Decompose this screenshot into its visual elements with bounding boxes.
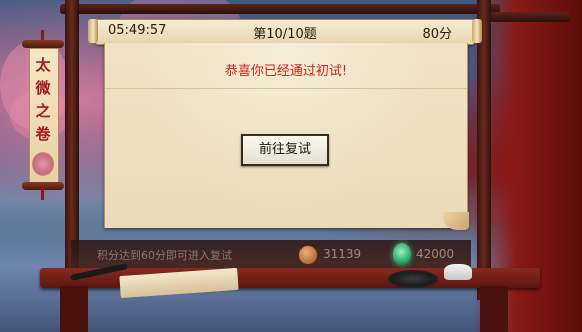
desk-leg-left: [60, 286, 88, 332]
score-display: 80分: [422, 27, 452, 42]
coin-amount: 31139: [323, 247, 362, 261]
hanging-banner: 太 微 之 卷: [22, 30, 64, 200]
info-strip: 积分达到60分即可进入复试 31139 42000: [71, 240, 471, 270]
coin-icon: [298, 245, 318, 265]
panel-divider: [105, 88, 467, 89]
banner-char: 卷: [35, 125, 51, 143]
banner-flower-decoration: [32, 152, 54, 176]
jade-amount: 42000: [416, 247, 455, 261]
retest-hint: 积分达到60分即可进入复试: [97, 249, 232, 262]
quiz-header: 第10/10题 05:49:57 80分: [88, 19, 482, 45]
banner-char: 太: [35, 56, 51, 74]
pass-message: 恭喜你已经通过初试!: [224, 64, 348, 79]
inkstone-icon: [388, 270, 438, 288]
brush-rest-icon: [444, 264, 472, 280]
banner-rod-top: [22, 40, 64, 48]
banner-title: 太 微 之 卷: [29, 54, 57, 146]
frame-top-beam: [60, 4, 500, 14]
go-to-retest-button[interactable]: 前往复试: [241, 134, 329, 166]
countdown-timer: 05:49:57: [108, 23, 167, 38]
jade-icon: [393, 243, 411, 265]
paper-curl: [443, 212, 469, 230]
frame-beam-extension: [490, 12, 570, 22]
frame-post-right: [477, 0, 491, 300]
banner-char: 之: [35, 102, 51, 120]
quiz-panel: 恭喜你已经通过初试! 前往复试: [104, 43, 469, 230]
desk-leg-right: [480, 286, 508, 332]
banner-char: 微: [35, 79, 51, 97]
banner-tassel: [41, 188, 44, 200]
